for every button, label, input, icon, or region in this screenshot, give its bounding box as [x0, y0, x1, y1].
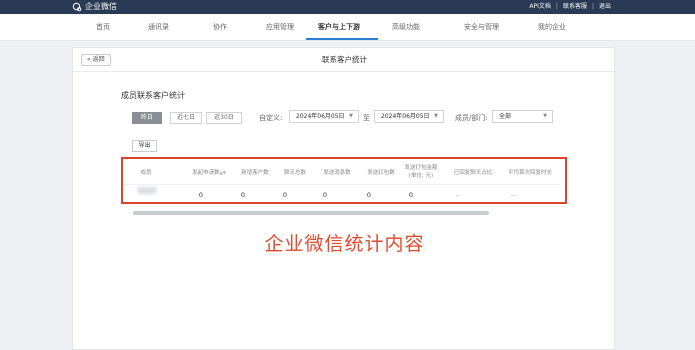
divider: | — [591, 3, 594, 10]
top-links: API文档 | 联系客服 | 退出 — [529, 1, 611, 13]
nav-item-contacts[interactable]: 通讯录 — [148, 22, 169, 32]
range-tab-yesterday[interactable]: 昨日 — [132, 112, 162, 124]
range-tab-7days[interactable]: 近七日 — [170, 112, 202, 124]
divider: | — [555, 3, 558, 10]
export-button[interactable]: 导出 — [132, 140, 157, 152]
section-title: 成员联系客户统计 — [121, 91, 185, 100]
nav-item-app-management[interactable]: 应用管理 — [266, 22, 294, 32]
logo[interactable]: 企业微信 — [72, 1, 117, 13]
active-tab-indicator — [306, 38, 378, 40]
end-date-picker[interactable]: 2024年06月05日 ▼ — [374, 110, 444, 123]
page-title: 联系客户统计 — [322, 55, 367, 64]
content-card: « 返回 联系客户统计 成员联系客户统计 昨日 近七日 近30日 自定义: 20… — [72, 47, 616, 350]
member-select-value: 全部 — [499, 113, 512, 120]
nav-item-my-enterprise[interactable]: 我的企业 — [538, 22, 566, 32]
card-header: « 返回 联系客户统计 — [73, 48, 616, 72]
nav-item-collaboration[interactable]: 协作 — [213, 22, 227, 32]
nav-item-customers[interactable]: 客户与上下游 — [318, 22, 360, 32]
member-select[interactable]: 全部 ▼ — [492, 110, 553, 123]
nav-item-security[interactable]: 安全与管理 — [464, 22, 499, 32]
start-date-value: 2024年06月05日 — [296, 113, 345, 120]
start-date-picker[interactable]: 2024年06月05日 ▼ — [289, 110, 359, 123]
nav-item-home[interactable]: 首页 — [96, 22, 110, 32]
custom-range-label: 自定义: — [259, 114, 283, 122]
top-bar: 企业微信 API文档 | 联系客服 | 退出 — [0, 0, 695, 14]
contact-support-link[interactable]: 联系客服 — [563, 1, 587, 13]
chevron-down-icon: ▼ — [434, 113, 438, 119]
chevron-down-icon: ▼ — [543, 113, 547, 119]
main-nav: 首页 通讯录 协作 应用管理 客户与上下游 高级功能 安全与管理 我的企业 — [0, 14, 695, 41]
nav-item-advanced[interactable]: 高级功能 — [392, 22, 420, 32]
wecom-logo-icon — [72, 2, 82, 12]
member-filter-label: 成员/部门: — [455, 114, 488, 122]
range-tab-30days[interactable]: 近30日 — [206, 112, 242, 124]
annotation-text: 企业微信统计内容 — [264, 233, 425, 255]
highlight-box — [121, 157, 567, 204]
horizontal-scrollbar[interactable] — [133, 211, 489, 215]
logo-text: 企业微信 — [85, 2, 117, 11]
end-date-value: 2024年06月05日 — [381, 113, 430, 120]
chevron-down-icon: ▼ — [349, 113, 353, 119]
api-docs-link[interactable]: API文档 — [529, 1, 551, 13]
logout-link[interactable]: 退出 — [599, 1, 611, 13]
to-label: 至 — [363, 114, 370, 122]
